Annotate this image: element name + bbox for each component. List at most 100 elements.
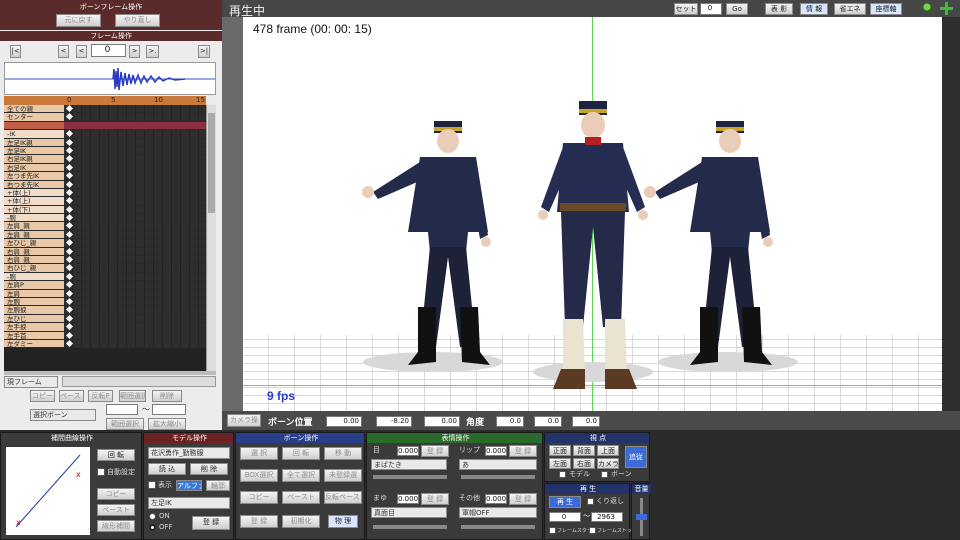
bone-row[interactable]: 左足IK親 (4, 138, 206, 147)
view-model-checkbox[interactable] (559, 471, 566, 478)
bone-keyframe-track[interactable] (64, 130, 206, 138)
keyframe-marker[interactable] (65, 130, 74, 138)
keyframe-marker[interactable] (65, 239, 74, 247)
curve-handle-bottom[interactable]: x (16, 518, 21, 527)
pos-y-input[interactable]: -8.20 (376, 416, 412, 427)
bone-name[interactable]: センター (4, 113, 64, 121)
bone-name[interactable]: 全ての親 (4, 105, 64, 113)
range-select-button[interactable]: 範囲選択 (106, 418, 144, 430)
bone-keyframe-track[interactable] (64, 255, 206, 264)
auto-set-checkbox[interactable] (97, 468, 105, 476)
rot-z-input[interactable]: 0.0 (572, 416, 600, 427)
bone-rotate-button[interactable]: 回 転 (282, 447, 320, 460)
bone-row[interactable]: 左肩_親 (4, 230, 206, 240)
keyframe-marker[interactable] (65, 155, 74, 163)
go-button[interactable]: Go (726, 3, 748, 15)
track-button[interactable]: 追従 (625, 446, 647, 468)
pos-x-input[interactable]: 0.00 (326, 416, 362, 427)
repeat-checkbox[interactable] (587, 498, 594, 505)
scrollbar-thumb[interactable] (208, 113, 215, 213)
keyframe-marker[interactable] (65, 138, 74, 146)
view-right-button[interactable]: 右面 (573, 458, 595, 469)
keyframe-marker[interactable] (65, 331, 74, 339)
bone-keyframe-track[interactable] (64, 172, 206, 180)
set-frame-input[interactable]: 0 (700, 3, 722, 15)
bone-row[interactable]: 左手首 (4, 331, 206, 340)
view-left-button[interactable]: 左面 (549, 458, 571, 469)
eye-value[interactable]: 0.000 (397, 446, 419, 456)
bone-name[interactable]: 右足IK親 (4, 155, 64, 163)
bone-row[interactable]: 右肩_親 (4, 247, 206, 257)
keyframe-marker[interactable] (65, 281, 74, 289)
bone-name[interactable]: 左手首 (4, 331, 64, 339)
interp-rotate-button[interactable]: 回 転 (97, 449, 135, 461)
keyframe-marker[interactable] (65, 306, 74, 314)
timeline-scrollbar[interactable] (206, 105, 216, 371)
bone-name[interactable]: 左足IK (4, 146, 64, 155)
bone-row[interactable]: 右肩_親 (4, 255, 206, 265)
bone-keyframe-track[interactable] (64, 205, 206, 214)
keyframe-marker[interactable] (65, 105, 74, 113)
bone-keyframe-track[interactable] (64, 247, 206, 256)
keyframe-marker[interactable] (65, 264, 74, 272)
bone-timeline[interactable]: 全ての親 センター -IK 左足IK親 左足IK 右足IK親 右足IK 左つま先IK 右つま先I… (4, 105, 206, 371)
view-bone-checkbox[interactable] (601, 471, 608, 478)
lip-slider[interactable] (461, 475, 535, 479)
brow-slider[interactable] (373, 525, 447, 529)
bone-keyframe-track[interactable] (64, 339, 206, 348)
bone-name[interactable] (4, 121, 64, 130)
brow-value[interactable]: 0.000 (397, 494, 419, 504)
model-load-button[interactable]: 読 込 (148, 463, 186, 475)
bone-name[interactable]: 左腕 (4, 297, 64, 306)
bone-keyframe-track[interactable] (64, 180, 206, 188)
bone-keyframe-track[interactable] (64, 230, 206, 239)
volume-slider-thumb[interactable] (636, 514, 647, 520)
eye-register-button[interactable]: 登 録 (421, 445, 449, 457)
bone-row[interactable]: 左肩 (4, 289, 206, 298)
physics-button[interactable]: 物 理 (328, 515, 358, 528)
select-bone-dropdown[interactable]: 選択ボーン (30, 409, 96, 421)
bone-name[interactable]: 左ダミー (4, 339, 64, 348)
bone-row[interactable]: 右ひじ_親 (4, 264, 206, 273)
display-checkbox[interactable] (148, 481, 156, 489)
bone-row[interactable]: 左肩P (4, 281, 206, 290)
play-button[interactable]: 再 生 (549, 496, 581, 508)
bone-row[interactable]: -IK (4, 130, 206, 139)
keyframe-marker[interactable] (65, 146, 74, 154)
bone-keyframe-track[interactable] (64, 197, 206, 205)
shadow-button[interactable]: 表 影 (765, 3, 793, 15)
bone-keyframe-track[interactable] (64, 314, 206, 323)
bone-name[interactable]: 右つま先IK (4, 180, 64, 188)
keyframe-marker[interactable] (65, 222, 74, 230)
bone-name[interactable]: 右ひじ_親 (4, 264, 64, 272)
keyframe-marker[interactable] (65, 339, 74, 347)
other-value[interactable]: 0.000 (485, 494, 507, 504)
other-slider[interactable] (461, 525, 535, 529)
bone-keyframe-track[interactable] (64, 105, 206, 113)
bone-name[interactable]: 左肩 (4, 289, 64, 297)
delete-frame-button[interactable]: 削除 (152, 390, 182, 402)
bone-dropdown[interactable]: 左足IK (148, 497, 230, 509)
zoom-icon[interactable] (922, 2, 935, 15)
bone-name[interactable]: 左腕捩 (4, 306, 64, 314)
bone-keyframe-track[interactable] (64, 146, 206, 155)
bone-keyframe-track[interactable] (64, 297, 206, 306)
bone-name[interactable]: 左肩P (4, 281, 64, 289)
lip-value[interactable]: 0.000 (485, 446, 507, 456)
bone-name[interactable]: 右肩_親 (4, 247, 64, 256)
bone-keyframe-track[interactable] (64, 222, 206, 230)
bone-row[interactable]: 左つま先IK (4, 172, 206, 181)
bone-name[interactable]: 左手捩 (4, 323, 64, 331)
bone-keyframe-track[interactable] (64, 121, 206, 130)
bone-row[interactable]: 左腕捩 (4, 306, 206, 315)
frame-scope-dropdown[interactable]: 現フレーム (4, 376, 58, 388)
bone-keyframe-track[interactable] (64, 138, 206, 146)
reverse-paste-bone-button[interactable]: 反転ペースト (324, 491, 362, 504)
bone-keyframe-track[interactable] (64, 323, 206, 331)
bone-keyframe-track[interactable] (64, 281, 206, 289)
paste-frame-button[interactable]: ペースト (59, 390, 84, 402)
camera-op-button[interactable]: カメラ操 (227, 414, 261, 427)
bone-row[interactable]: +体(下) (4, 205, 206, 215)
on-radio[interactable] (149, 513, 156, 520)
add-icon[interactable] (940, 2, 953, 15)
